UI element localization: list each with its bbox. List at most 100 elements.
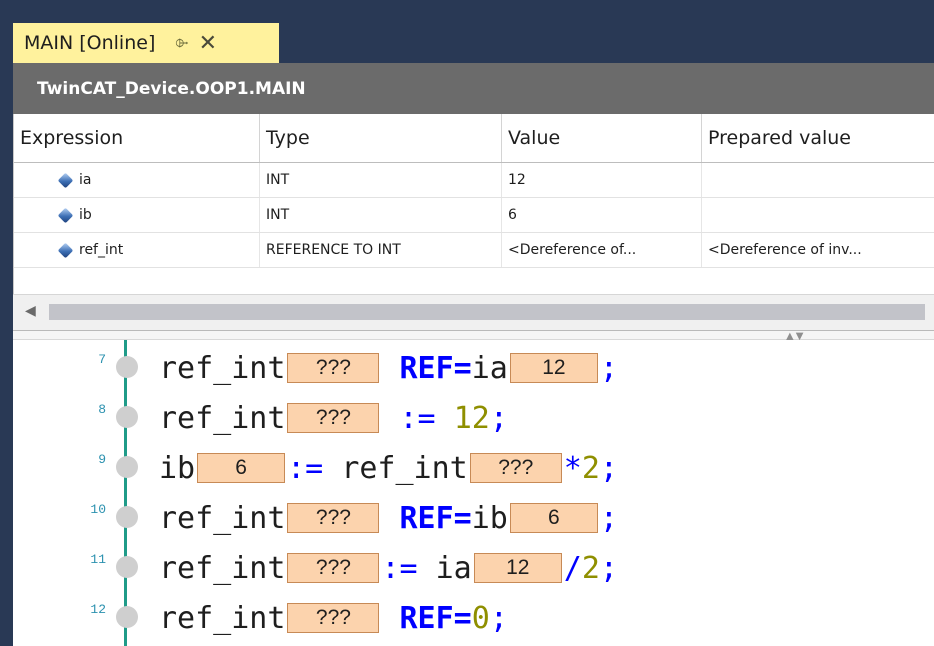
tab-main-online[interactable]: MAIN [Online] ⌱ ✕ (13, 23, 279, 63)
variable-icon (57, 172, 74, 188)
inline-monitor-value[interactable]: 6 (509, 503, 598, 533)
identifier-token: ib (159, 450, 196, 486)
table-row[interactable]: ref_int REFERENCE TO INT <Dereference of… (14, 233, 934, 268)
variable-icon (57, 207, 74, 223)
operator-token: ; (489, 600, 508, 636)
operator-token: := (399, 400, 454, 436)
inline-monitor-value[interactable]: ??? (287, 353, 380, 383)
object-path-bar: TwinCAT_Device.OOP1.MAIN (13, 63, 934, 114)
column-header-type[interactable]: Type (260, 114, 502, 162)
value-cell: <Dereference of... (502, 233, 702, 267)
operator-token: ; (599, 450, 618, 486)
inline-monitor-value[interactable]: 6 (197, 453, 286, 483)
horizontal-scrollbar[interactable]: ◀ (13, 294, 934, 331)
value-cell: 12 (502, 163, 702, 197)
breakpoint-marker-icon[interactable] (116, 606, 138, 628)
number-token: 0 (471, 600, 490, 636)
inline-monitor-value[interactable]: ??? (287, 553, 380, 583)
identifier-token: ref_int (159, 500, 286, 536)
expression-cell: ia (14, 163, 260, 197)
identifier-token: ia (435, 550, 472, 586)
code-text: ref_int??? REF= ia 12; (159, 348, 618, 388)
column-header-expression[interactable]: Expression (14, 114, 260, 162)
inline-monitor-value[interactable]: 12 (473, 553, 562, 583)
identifier-token (381, 601, 399, 636)
line-number: 12 (90, 602, 106, 617)
code-line[interactable]: 12 ref_int??? REF= 0; (13, 596, 934, 640)
expression-text: ia (79, 172, 92, 188)
breakpoint-marker-icon[interactable] (116, 506, 138, 528)
operator-token: * (563, 450, 582, 486)
watch-table-header: Expression Type Value Prepared value (14, 114, 934, 163)
operator-token: ; (599, 500, 618, 536)
variable-icon (57, 242, 74, 258)
column-header-prepared-value[interactable]: Prepared value (702, 114, 934, 162)
keyword-token: REF= (399, 350, 472, 386)
object-path: TwinCAT_Device.OOP1.MAIN (37, 78, 306, 99)
inline-monitor-value[interactable]: ??? (287, 503, 380, 533)
identifier-token: ref_int (159, 550, 286, 586)
watch-table: Expression Type Value Prepared value ia … (13, 114, 934, 294)
identifier-token: ref_int (341, 450, 468, 486)
number-token: 2 (581, 450, 600, 486)
line-number: 11 (90, 552, 106, 567)
pane-splitter[interactable]: ▲▼ (13, 330, 934, 342)
line-number: 10 (90, 502, 106, 517)
keyword-token: REF= (399, 600, 472, 636)
code-text: ref_int???:= ia 12/2; (159, 548, 618, 588)
tab-title: MAIN [Online] (24, 32, 156, 54)
identifier-token: ref_int (159, 400, 286, 436)
operator-token: := (287, 450, 342, 486)
breakpoint-marker-icon[interactable] (116, 406, 138, 428)
expression-text: ib (79, 207, 92, 223)
operator-token: := (381, 550, 436, 586)
code-line[interactable]: 9 ib 6:= ref_int??? * 2; (13, 446, 934, 490)
inline-monitor-value[interactable]: ??? (287, 403, 380, 433)
code-text: ref_int??? REF= 0; (159, 598, 508, 638)
column-header-value[interactable]: Value (502, 114, 702, 162)
identifier-token: ia (471, 350, 508, 386)
prepared-value-cell[interactable] (702, 198, 934, 232)
code-line[interactable]: 11 ref_int???:= ia 12/2; (13, 546, 934, 590)
pin-icon[interactable]: ⌱ (175, 33, 188, 53)
scrollbar-thumb[interactable] (49, 304, 925, 320)
number-token: 12 (453, 400, 490, 436)
code-line[interactable]: 7 ref_int??? REF= ia 12; (13, 346, 934, 390)
expression-cell: ib (14, 198, 260, 232)
type-cell: INT (260, 198, 502, 232)
expression-cell: ref_int (14, 233, 260, 267)
close-icon[interactable]: ✕ (199, 31, 217, 56)
breakpoint-marker-icon[interactable] (116, 556, 138, 578)
identifier-token (381, 351, 399, 386)
code-text: ref_int??? := 12; (159, 398, 508, 438)
code-text: ib 6:= ref_int??? * 2; (159, 448, 618, 488)
line-number: 7 (98, 352, 106, 367)
prepared-value-cell[interactable] (702, 163, 934, 197)
identifier-token (381, 501, 399, 536)
breakpoint-marker-icon[interactable] (116, 356, 138, 378)
keyword-token: REF= (399, 500, 472, 536)
inline-monitor-value[interactable]: ??? (469, 453, 562, 483)
identifier-token: ref_int (159, 350, 286, 386)
table-row[interactable]: ia INT 12 (14, 163, 934, 198)
identifier-token: ref_int (159, 600, 286, 636)
number-token: 2 (581, 550, 600, 586)
code-editor[interactable]: 7 ref_int??? REF= ia 12; 8 ref_int??? := 12; 9… (13, 340, 934, 646)
prepared-value-cell[interactable]: <Dereference of inv... (702, 233, 934, 267)
breakpoint-marker-icon[interactable] (116, 456, 138, 478)
operator-token: ; (599, 550, 618, 586)
scroll-left-icon[interactable]: ◀ (25, 303, 36, 319)
inline-monitor-value[interactable]: 12 (509, 353, 598, 383)
operator-token: ; (599, 350, 618, 386)
inline-monitor-value[interactable]: ??? (287, 603, 380, 633)
line-number: 9 (98, 452, 106, 467)
code-line[interactable]: 10 ref_int??? REF= ib 6; (13, 496, 934, 540)
table-row[interactable]: ib INT 6 (14, 198, 934, 233)
code-line[interactable]: 8 ref_int??? := 12; (13, 396, 934, 440)
operator-token: ; (489, 400, 508, 436)
code-text: ref_int??? REF= ib 6; (159, 498, 618, 538)
type-cell: REFERENCE TO INT (260, 233, 502, 267)
type-cell: INT (260, 163, 502, 197)
value-cell: 6 (502, 198, 702, 232)
operator-token: / (563, 550, 582, 586)
